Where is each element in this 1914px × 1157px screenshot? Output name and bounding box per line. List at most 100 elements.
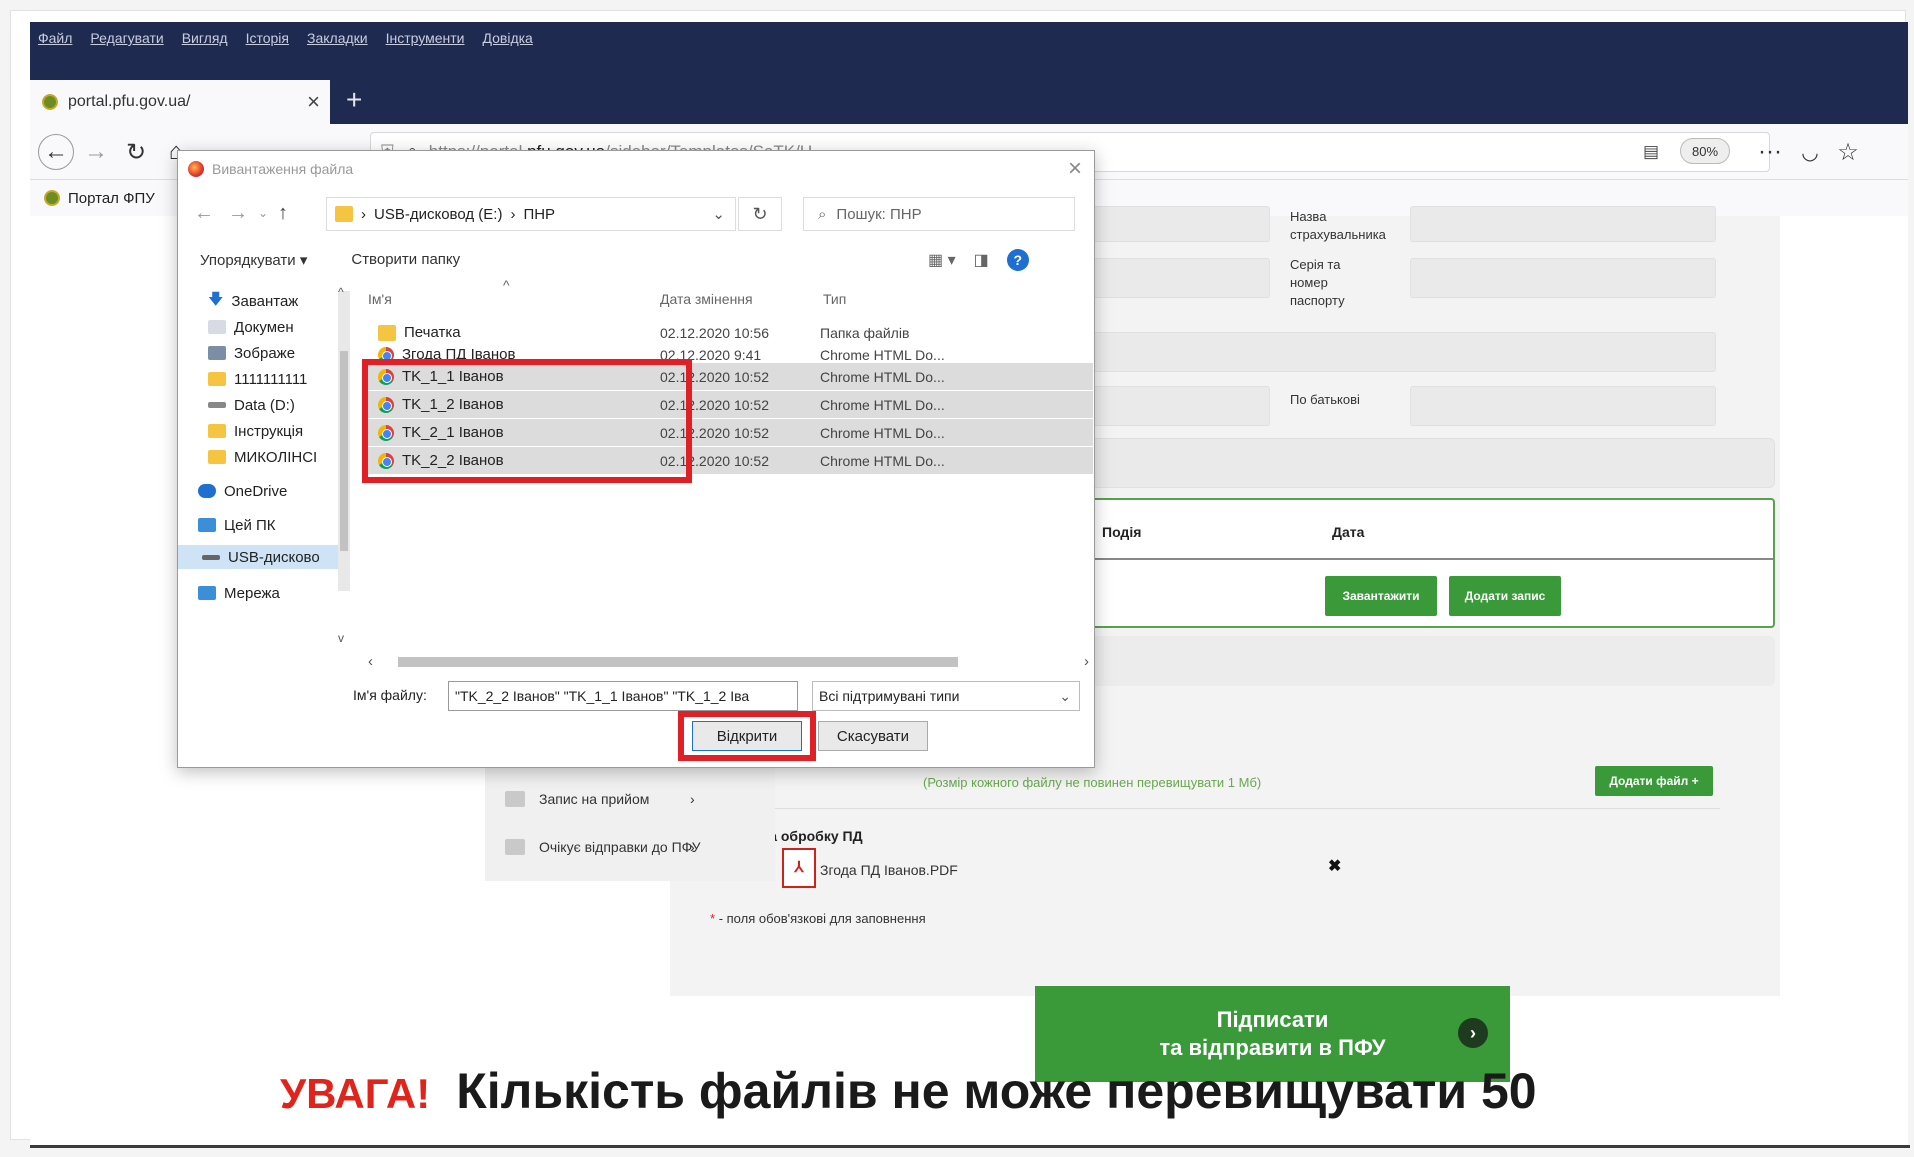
remove-file-icon[interactable]: ✖ (1328, 856, 1341, 876)
file-type: Папка файлів (820, 324, 910, 341)
nav-item-downloads[interactable]: 🡇 Завантаж (208, 289, 298, 313)
arrow-right-icon: › (1458, 1018, 1488, 1048)
passport-input[interactable] (1410, 258, 1716, 298)
warning-text: Кількість файлів не може перевищувати 50 (456, 1063, 1537, 1119)
nav-pane-scrollbar[interactable] (338, 291, 350, 591)
side-item-pending[interactable]: Очікує відправки до ПФУ › (505, 839, 701, 855)
back-button[interactable]: ← (38, 134, 74, 170)
cloud-icon (198, 484, 216, 498)
path-drive[interactable]: USB-дисковод (E:) (374, 206, 502, 223)
zoom-level-badge[interactable]: 80% (1680, 138, 1730, 164)
reader-view-icon[interactable]: ▤ (1643, 142, 1659, 162)
dialog-back-icon[interactable]: ← (194, 195, 214, 231)
nav-item-label: 1111111111 (234, 370, 308, 388)
help-icon[interactable]: ? (1006, 249, 1029, 271)
view-mode-icon[interactable]: ▦ ▾ (928, 250, 956, 270)
dialog-up-icon[interactable]: ↑ (278, 195, 288, 231)
firefox-icon (188, 161, 204, 177)
site-favicon-icon (42, 94, 58, 110)
close-dialog-icon[interactable]: × (1068, 155, 1082, 183)
scroll-down-icon[interactable]: v (338, 631, 344, 645)
menu-file[interactable]: Файл (38, 30, 72, 46)
selection-highlight-box (362, 359, 692, 483)
consent-file-name[interactable]: Згода ПД Іванов.PDF (820, 861, 958, 879)
new-folder-button[interactable]: Створити папку (351, 251, 460, 269)
bookmark-star-icon[interactable]: ☆ (1830, 134, 1866, 170)
view-controls: ▦ ▾ ◨ ? (928, 249, 1029, 271)
bottom-rule (30, 1145, 1910, 1148)
hscroll-thumb[interactable] (398, 657, 958, 667)
folder-icon (505, 839, 525, 855)
menu-history[interactable]: Історія (246, 30, 289, 46)
dialog-search-input[interactable]: ⌕ Пошук: ПНР (803, 197, 1075, 231)
nav-item-label: OneDrive (224, 482, 288, 500)
chevron-down-icon[interactable]: ⌄ (712, 205, 725, 223)
download-arrow-icon: 🡇 (208, 290, 224, 308)
nav-item-mykolinsi[interactable]: МИКОЛІНСІ (208, 445, 317, 469)
preview-pane-icon[interactable]: ◨ (974, 250, 989, 270)
nav-scroll-thumb[interactable] (340, 351, 348, 551)
reload-button[interactable]: ↻ (118, 134, 154, 170)
menu-edit[interactable]: Редагувати (90, 30, 163, 46)
nav-item-label: Докумен (234, 318, 294, 336)
cancel-button[interactable]: Скасувати (818, 721, 928, 751)
file-list-hscrollbar[interactable]: ‹ › (368, 653, 1093, 671)
section-divider (720, 808, 1720, 809)
pocket-icon[interactable]: ◡ (1792, 134, 1828, 170)
column-type[interactable]: Тип (823, 291, 846, 307)
scroll-up-icon[interactable]: ^ (338, 285, 344, 299)
patronymic-input[interactable] (1410, 386, 1716, 426)
refresh-button[interactable]: ↻ (738, 197, 782, 231)
menu-tools[interactable]: Інструменти (386, 30, 465, 46)
nav-item-this-pc[interactable]: Цей ПК (198, 513, 276, 537)
bookmark-portal-fpu[interactable]: Портал ФПУ (68, 190, 155, 207)
menu-view[interactable]: Вигляд (182, 30, 228, 46)
dialog-recent-icon[interactable]: ⌄ (258, 195, 268, 231)
new-tab-button[interactable]: + (346, 84, 362, 116)
path-folder[interactable]: ПНР (523, 206, 555, 223)
picture-icon (208, 346, 226, 360)
add-record-button[interactable]: Додати запис (1449, 576, 1561, 616)
side-item-label: Очікує відправки до ПФУ (539, 839, 701, 855)
insurer-select[interactable] (1410, 206, 1716, 242)
nav-item-data-d[interactable]: Data (D:) (208, 393, 295, 417)
path-sep-icon: › (510, 205, 516, 223)
more-actions-icon[interactable]: ··· (1752, 134, 1788, 170)
filetype-select[interactable]: Всі підтримувані типи ⌄ (812, 681, 1080, 711)
add-file-button[interactable]: Додати файл + (1595, 766, 1713, 796)
organize-button[interactable]: Упорядкувати ▾ (200, 251, 307, 269)
tab-portal[interactable]: portal.pfu.gov.ua/ × (30, 80, 330, 124)
chevron-right-icon: › (690, 791, 695, 807)
nav-item-label: Цей ПК (224, 516, 276, 534)
dialog-forward-icon[interactable]: → (228, 195, 248, 231)
folder-icon (208, 424, 226, 438)
menu-bookmarks[interactable]: Закладки (307, 30, 368, 46)
nav-item-documents[interactable]: Докумен (208, 315, 294, 339)
nav-item-onedrive[interactable]: OneDrive (198, 479, 287, 503)
dialog-titlebar: Вивантаження файла × (178, 151, 1094, 187)
load-button[interactable]: Завантажити (1325, 576, 1437, 616)
nav-item-usb[interactable]: USB-дисково (178, 545, 338, 569)
column-date[interactable]: Дата змінення (660, 291, 753, 307)
drive-icon (208, 402, 226, 408)
column-name[interactable]: Ім'я (368, 291, 392, 307)
nav-item-instruction[interactable]: Інструкція (208, 419, 303, 443)
nav-item-network[interactable]: Мережа (198, 581, 280, 605)
scroll-right-icon[interactable]: › (1084, 653, 1089, 670)
menu-help[interactable]: Довідка (482, 30, 532, 46)
file-type: Chrome HTML Do... (820, 424, 945, 441)
folder-icon (208, 372, 226, 386)
dialog-path-bar[interactable]: › USB-дисковод (E:) › ПНР ⌄ (326, 197, 736, 231)
dialog-title: Вивантаження файла (212, 161, 354, 177)
nav-item-label: USB-дисково (228, 548, 320, 566)
nav-item-pictures[interactable]: Зображе (208, 341, 295, 365)
folder-icon (335, 206, 353, 222)
scroll-left-icon[interactable]: ‹ (368, 653, 373, 670)
forward-button[interactable]: → (78, 134, 114, 170)
filename-input[interactable]: "TK_2_2 Іванов" "TK_1_1 Іванов" "TK_1_2 … (448, 681, 798, 711)
calendar-icon (505, 791, 525, 807)
file-upload-dialog: Вивантаження файла × ← → ⌄ ↑ › USB-диско… (177, 150, 1095, 768)
side-item-appointment[interactable]: Запис на прийом › (505, 791, 695, 807)
close-tab-icon[interactable]: × (307, 89, 320, 115)
nav-item-folder-1111[interactable]: 1111111111 (208, 367, 307, 391)
